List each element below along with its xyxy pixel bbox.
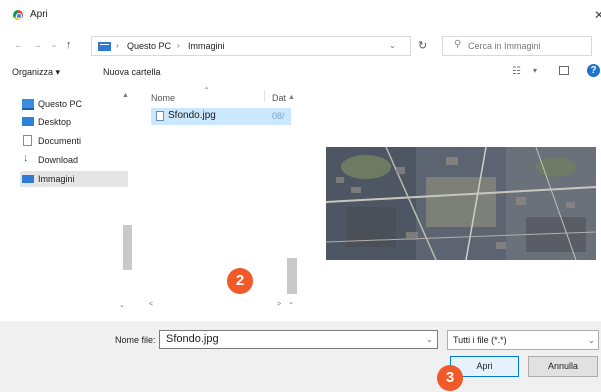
view-options-icon[interactable]: ☷ — [512, 66, 521, 77]
column-header-date[interactable]: Dat — [272, 93, 286, 103]
search-box[interactable]: ⚲ Cerca in Immagini — [442, 36, 592, 56]
chevron-down-icon[interactable]: ▾ — [533, 66, 537, 75]
new-folder-button[interactable]: Nuova cartella — [103, 67, 161, 77]
window-title: Apri — [30, 9, 48, 20]
computer-icon — [22, 99, 34, 110]
step-badge-2: 2 — [227, 268, 253, 294]
file-date: 08/ — [272, 111, 285, 121]
title-bar — [0, 0, 601, 30]
refresh-icon[interactable]: ↻ — [418, 39, 427, 52]
chevron-down-icon[interactable]: ⌄ — [426, 335, 433, 344]
filename-label: Nome file: — [115, 335, 156, 345]
download-icon: ↓ — [23, 152, 29, 164]
image-preview — [326, 147, 596, 260]
nav-item-documents[interactable]: Documenti — [20, 133, 128, 149]
nav-item-download[interactable]: ↓ Download — [20, 152, 128, 168]
chevron-down-icon: ⌄ — [588, 336, 595, 345]
filename-input[interactable]: Sfondo.jpg ⌄ — [159, 330, 438, 349]
chrome-app-icon — [13, 10, 23, 20]
nav-scrollbar-thumb[interactable] — [123, 225, 132, 270]
navigation-pane: Questo PC Desktop Documenti ↓ Download I… — [10, 88, 135, 298]
search-icon: ⚲ — [454, 39, 462, 50]
recent-locations-icon[interactable]: ⌄ — [51, 40, 58, 49]
address-bar[interactable]: › Questo PC › Immagini ⌄ — [91, 36, 411, 56]
column-divider[interactable] — [264, 90, 265, 102]
nav-item-pictures[interactable]: Immagini — [20, 171, 128, 187]
preview-pane-icon[interactable] — [559, 66, 569, 75]
scroll-left-arrow-icon[interactable]: < — [149, 301, 153, 308]
pictures-icon — [22, 175, 34, 183]
help-icon[interactable]: ? — [587, 64, 600, 77]
scroll-up-arrow-icon[interactable]: ▲ — [288, 94, 295, 101]
breadcrumb-separator: › — [177, 41, 180, 50]
column-header-name[interactable]: Nome — [151, 93, 175, 103]
nav-item-label: Immagini — [38, 174, 75, 184]
file-row[interactable]: Sfondo.jpg 08/ — [151, 108, 291, 125]
search-input[interactable]: Cerca in Immagini — [468, 41, 541, 51]
filetype-value: Tutti i file (*.*) — [453, 335, 507, 345]
nav-item-label: Questo PC — [38, 99, 83, 109]
nav-item-this-pc[interactable]: Questo PC — [20, 96, 128, 112]
breadcrumb-this-pc[interactable]: Questo PC — [127, 41, 171, 51]
pc-folder-icon — [98, 42, 111, 51]
scroll-down-arrow-icon[interactable]: ⌄ — [119, 301, 125, 309]
aerial-photo-image — [326, 147, 596, 260]
forward-arrow-icon[interactable]: → — [32, 40, 42, 51]
nav-item-label: Desktop — [38, 117, 72, 127]
breadcrumb-separator: › — [116, 41, 119, 50]
scroll-right-arrow-icon[interactable]: > — [277, 301, 281, 308]
scroll-down-arrow-icon[interactable]: ⌄ — [288, 298, 294, 306]
back-arrow-icon[interactable]: ← — [14, 40, 24, 51]
file-name: Sfondo.jpg — [168, 110, 216, 121]
close-icon[interactable]: ✕ — [594, 8, 601, 22]
cancel-button[interactable]: Annulla — [528, 356, 598, 377]
sort-ascending-icon: ⌃ — [203, 86, 210, 95]
breadcrumb-pictures[interactable]: Immagini — [188, 41, 225, 51]
nav-item-desktop[interactable]: Desktop — [20, 114, 128, 130]
desktop-icon — [22, 117, 34, 126]
open-button-label: Apri — [476, 361, 493, 371]
nav-item-label: Documenti — [38, 136, 82, 146]
organize-menu[interactable]: Organizza ▾ — [12, 67, 60, 78]
filetype-select[interactable]: Tutti i file (*.*) ⌄ — [447, 330, 599, 350]
chevron-down-icon[interactable]: ⌄ — [389, 41, 396, 50]
cancel-button-label: Annulla — [547, 361, 579, 371]
documents-icon — [23, 135, 32, 146]
scroll-up-arrow-icon[interactable]: ▲ — [122, 92, 129, 99]
image-file-icon — [156, 111, 164, 121]
up-arrow-icon[interactable]: ↑ — [66, 39, 72, 51]
list-scrollbar-thumb[interactable] — [287, 258, 297, 294]
nav-item-label: Download — [38, 155, 79, 165]
filename-value: Sfondo.jpg — [166, 333, 219, 345]
step-badge-3: 3 — [437, 365, 463, 391]
